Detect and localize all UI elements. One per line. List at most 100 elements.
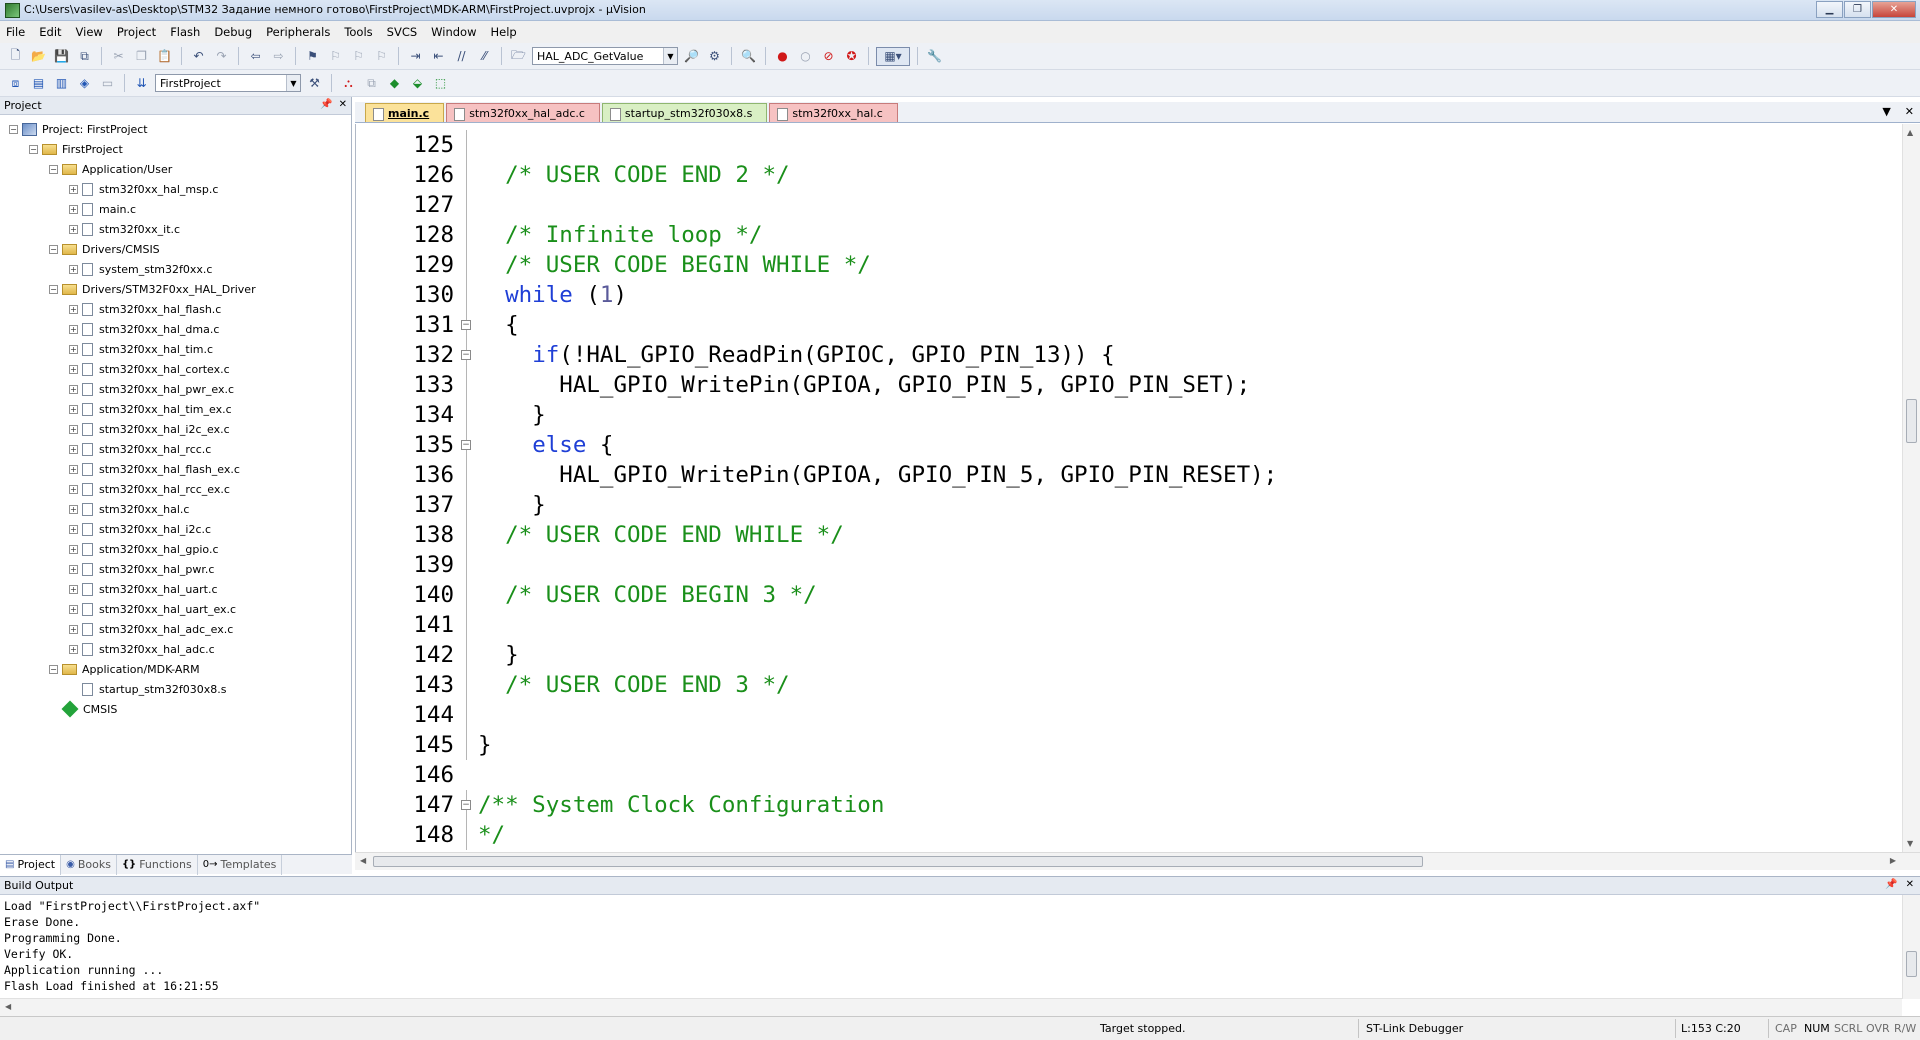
scroll-thumb[interactable]: [373, 856, 1423, 867]
tree-item[interactable]: − Application/User: [0, 159, 350, 179]
tree-expand-icon[interactable]: +: [69, 264, 78, 274]
tree-item[interactable]: + stm32f0xx_hal_rcc_ex.c: [0, 479, 350, 499]
editor-tab-hal-adc-c[interactable]: stm32f0xx_hal_adc.c: [446, 103, 600, 122]
tree-collapse-icon[interactable]: −: [49, 664, 58, 674]
editor-vertical-scrollbar[interactable]: ▲ ▼: [1902, 124, 1920, 852]
tree-item[interactable]: + main.c: [0, 199, 350, 219]
tree-item[interactable]: + stm32f0xx_hal_cortex.c: [0, 359, 350, 379]
tree-item[interactable]: + stm32f0xx_hal_pwr_ex.c: [0, 379, 350, 399]
close-tab-icon[interactable]: ✕: [1905, 105, 1914, 118]
tree-item[interactable]: + stm32f0xx_hal_tim.c: [0, 339, 350, 359]
tree-expand-icon[interactable]: +: [69, 464, 78, 474]
tree-item[interactable]: startup_stm32f030x8.s: [0, 679, 350, 699]
disable-breakpoints-icon[interactable]: ⊘: [819, 47, 838, 66]
rebuild-icon[interactable]: ▥: [52, 74, 71, 93]
redo-icon[interactable]: ↷: [212, 47, 231, 66]
insert-breakpoint-icon[interactable]: ●: [773, 47, 792, 66]
fold-collapse-icon[interactable]: −: [461, 320, 471, 330]
save-all-icon[interactable]: ⧉: [75, 47, 94, 66]
tree-expand-icon[interactable]: +: [69, 584, 78, 594]
tree-item[interactable]: − Application/MDK-ARM: [0, 659, 350, 679]
tree-item[interactable]: − Project: FirstProject: [0, 119, 350, 139]
code-editor[interactable]: 125 126 /* USER CODE END 2 */127 128 /* In…: [355, 124, 1920, 852]
chevron-down-icon[interactable]: ▼: [286, 75, 300, 91]
tree-expand-icon[interactable]: +: [69, 424, 78, 434]
menu-flash[interactable]: Flash: [170, 25, 200, 39]
stop-build-icon[interactable]: ▭: [98, 74, 117, 93]
tree-item[interactable]: + stm32f0xx_hal_dma.c: [0, 319, 350, 339]
navigate-forward-icon[interactable]: ⇨: [269, 47, 288, 66]
chevron-down-icon[interactable]: ▼: [663, 48, 677, 64]
fold-collapse-icon[interactable]: −: [461, 440, 471, 450]
enable-breakpoint-icon[interactable]: ○: [796, 47, 815, 66]
tree-collapse-icon[interactable]: −: [49, 164, 58, 174]
pin-icon[interactable]: 📌: [1885, 879, 1897, 890]
manage-multi-project-icon[interactable]: ⧉: [362, 74, 381, 93]
tab-list-chevron-down-icon[interactable]: ▼: [1882, 105, 1890, 118]
menu-window[interactable]: Window: [431, 25, 476, 39]
scroll-thumb[interactable]: [1906, 399, 1917, 443]
menu-file[interactable]: File: [6, 25, 25, 39]
editor-tab-hal-c[interactable]: stm32f0xx_hal.c: [769, 103, 898, 122]
tree-expand-icon[interactable]: +: [69, 564, 78, 574]
bookmark-next-icon[interactable]: ⚐: [349, 47, 368, 66]
menu-debug[interactable]: Debug: [214, 25, 252, 39]
new-file-icon[interactable]: 🗋: [6, 47, 25, 66]
close-icon[interactable]: ✕: [339, 99, 347, 110]
tree-item[interactable]: + stm32f0xx_hal_tim_ex.c: [0, 399, 350, 419]
fold-collapse-icon[interactable]: −: [461, 800, 471, 810]
cut-icon[interactable]: ✂: [109, 47, 128, 66]
select-packs-icon[interactable]: ⬙: [408, 74, 427, 93]
tree-expand-icon[interactable]: +: [69, 604, 78, 614]
comment-icon[interactable]: //: [452, 47, 471, 66]
editor-tab-startup-s[interactable]: startup_stm32f030x8.s: [601, 103, 768, 122]
tree-item[interactable]: + stm32f0xx_hal.c: [0, 499, 350, 519]
menu-view[interactable]: View: [76, 25, 103, 39]
kill-breakpoints-icon[interactable]: ✪: [842, 47, 861, 66]
menu-svcs[interactable]: SVCS: [387, 25, 418, 39]
scroll-right-icon[interactable]: ▶: [1890, 856, 1896, 865]
download-load-icon[interactable]: ⇊: [132, 74, 151, 93]
tab-templates[interactable]: 0→ Templates: [198, 854, 283, 875]
copy-icon[interactable]: ❐: [132, 47, 151, 66]
tree-expand-icon[interactable]: +: [69, 224, 78, 234]
tree-collapse-icon[interactable]: −: [49, 244, 58, 254]
debug-session-icon[interactable]: 🔍: [739, 47, 758, 66]
tree-item[interactable]: + stm32f0xx_hal_adc_ex.c: [0, 619, 350, 639]
tree-item[interactable]: − FirstProject: [0, 139, 350, 159]
find-in-files-icon[interactable]: 🗁: [509, 47, 528, 66]
translate-icon[interactable]: ⧈: [6, 74, 25, 93]
file-extensions-icon[interactable]: ⛬: [339, 74, 358, 93]
tree-item[interactable]: + stm32f0xx_hal_pwr.c: [0, 559, 350, 579]
batch-build-icon[interactable]: ◈: [75, 74, 94, 93]
tree-expand-icon[interactable]: +: [69, 384, 78, 394]
tree-item[interactable]: + system_stm32f0xx.c: [0, 259, 350, 279]
scroll-left-icon[interactable]: ◀: [360, 856, 366, 865]
menu-tools[interactable]: Tools: [344, 25, 372, 39]
menu-peripherals[interactable]: Peripherals: [266, 25, 330, 39]
tree-item[interactable]: − Drivers/CMSIS: [0, 239, 350, 259]
indent-icon[interactable]: ⇥: [406, 47, 425, 66]
tree-item[interactable]: CMSIS: [0, 699, 350, 719]
tab-functions[interactable]: {} Functions: [117, 854, 198, 875]
tree-item[interactable]: + stm32f0xx_hal_uart_ex.c: [0, 599, 350, 619]
close-button[interactable]: ✕: [1872, 1, 1916, 18]
open-file-icon[interactable]: 📂: [29, 47, 48, 66]
find-combo[interactable]: HAL_ADC_GetValue ▼: [532, 47, 678, 65]
tab-project[interactable]: ▤ Project: [0, 854, 62, 875]
configure-icon[interactable]: ⚙: [705, 47, 724, 66]
tree-expand-icon[interactable]: +: [69, 364, 78, 374]
tree-expand-icon[interactable]: +: [69, 324, 78, 334]
build-output-horizontal-scrollbar[interactable]: ◀: [0, 998, 1902, 1016]
restore-button[interactable]: ❐: [1844, 1, 1871, 18]
tree-item[interactable]: + stm32f0xx_hal_uart.c: [0, 579, 350, 599]
tree-collapse-icon[interactable]: −: [29, 144, 38, 154]
scroll-left-icon[interactable]: ◀: [5, 1002, 11, 1011]
tab-books[interactable]: ◉ Books: [61, 854, 117, 875]
scroll-up-icon[interactable]: ▲: [1907, 128, 1913, 137]
bookmark-prev-icon[interactable]: ⚐: [326, 47, 345, 66]
tree-expand-icon[interactable]: +: [69, 204, 78, 214]
close-icon[interactable]: ✕: [1906, 879, 1914, 890]
tree-item[interactable]: + stm32f0xx_hal_adc.c: [0, 639, 350, 659]
tree-item[interactable]: + stm32f0xx_hal_flash.c: [0, 299, 350, 319]
